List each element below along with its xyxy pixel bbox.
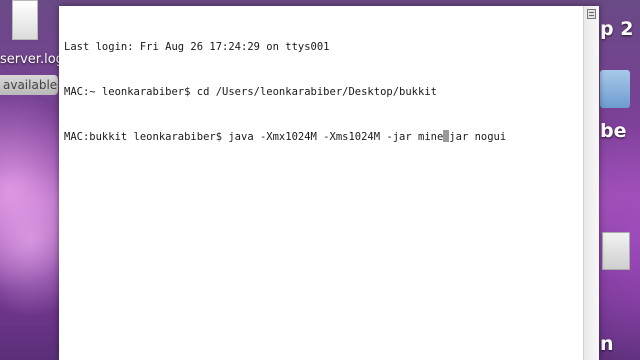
folder-icon[interactable]: [600, 70, 630, 108]
terminal-line: MAC:~ leonkarabiber$ cd /Users/leonkarab…: [64, 86, 437, 98]
desktop-file-label[interactable]: server.log: [0, 52, 64, 67]
terminal-command-rest: jar nogui: [449, 131, 507, 143]
available-badge: available: [0, 75, 58, 95]
terminal-window[interactable]: Last login: Fri Aug 26 17:24:29 on ttys0…: [59, 6, 599, 360]
terminal-output[interactable]: Last login: Fri Aug 26 17:24:29 on ttys0…: [64, 10, 579, 175]
split-pane-icon[interactable]: [587, 9, 596, 19]
document-icon[interactable]: [12, 0, 38, 40]
desktop-partial-label-1: p 2: [600, 18, 634, 40]
vertical-scrollbar[interactable]: [583, 6, 599, 360]
terminal-line: Last login: Fri Aug 26 17:24:29 on ttys0…: [64, 41, 330, 53]
document-icon[interactable]: [602, 232, 630, 270]
terminal-command-line[interactable]: MAC:bukkit leonkarabiber$ java -Xmx1024M…: [64, 130, 579, 145]
terminal-command-text: MAC:bukkit leonkarabiber$ java -Xmx1024M…: [64, 131, 444, 143]
desktop-partial-label-2: be: [600, 120, 627, 142]
desktop-partial-label-3: n: [600, 333, 614, 355]
